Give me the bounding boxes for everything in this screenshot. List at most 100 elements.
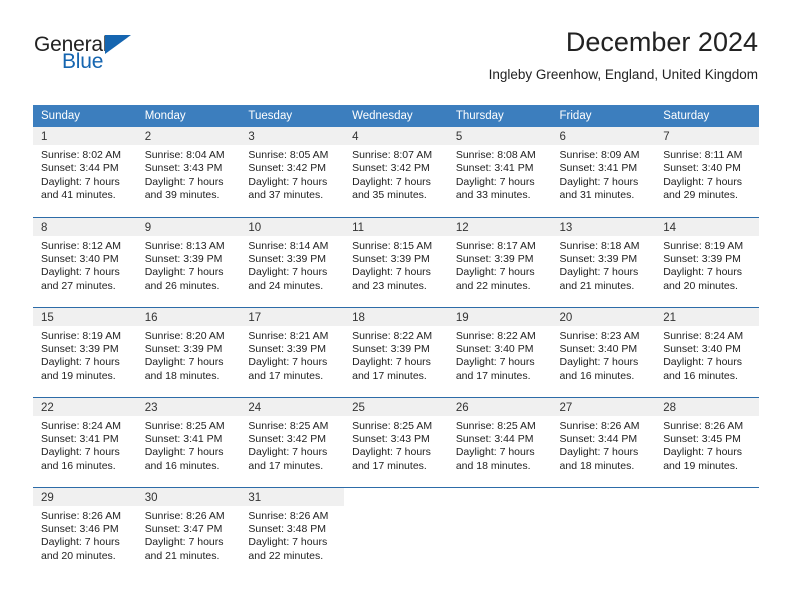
sunrise-time: Sunrise: 8:02 AM: [41, 149, 121, 161]
calendar-day-cell[interactable]: 30 Sunrise: 8:26 AM Sunset: 3:47 PM Dayligh…: [136, 486, 241, 577]
sunset-time: Sunset: 3:46 PM: [41, 522, 119, 535]
day-details: Sunrise: 8:25 AM Sunset: 3:43 PM Daylight:…: [344, 416, 448, 474]
calendar-day-cell[interactable]: 6 Sunrise: 8:09 AM Sunset: 3:41 PM Daylight…: [551, 127, 656, 217]
daylight-duration-line1: Daylight: 7 hours: [144, 536, 224, 549]
calendar-week-row: 29 Sunrise: 8:26 AM Sunset: 3:46 PM Dayligh…: [33, 486, 759, 577]
calendar-day-cell[interactable]: 1 Sunrise: 8:02 AM Sunset: 3:44 PM Daylight…: [33, 127, 137, 217]
daylight-duration-line1: Daylight: 7 hours: [559, 446, 639, 459]
daylight-duration-line2: and 41 minutes.: [41, 189, 116, 202]
day-details: Sunrise: 8:23 AM Sunset: 3:40 PM Daylight:…: [552, 326, 656, 384]
sunrise-time: Sunrise: 8:25 AM: [144, 419, 225, 432]
sunrise-time: Sunrise: 8:05 AM: [248, 149, 329, 161]
calendar-day-cell[interactable]: 18 Sunrise: 8:22 AM Sunset: 3:39 PM Dayligh…: [344, 306, 448, 397]
daylight-duration-line2: and 37 minutes.: [248, 189, 324, 202]
day-number: 20: [551, 307, 656, 326]
calendar-day-cell[interactable]: 20 Sunrise: 8:23 AM Sunset: 3:40 PM Dayligh…: [551, 306, 656, 397]
day-details: Sunrise: 8:05 AM Sunset: 3:42 PM Daylight:…: [240, 145, 344, 203]
calendar-day-cell[interactable]: 16 Sunrise: 8:20 AM Sunset: 3:39 PM Dayligh…: [136, 306, 241, 397]
calendar-week-row: 1 Sunrise: 8:02 AM Sunset: 3:44 PM Daylight…: [33, 127, 759, 217]
day-details: Sunrise: 8:25 AM Sunset: 3:42 PM Daylight:…: [240, 416, 344, 474]
general-blue-logo[interactable]: General Blue: [34, 32, 132, 72]
daylight-duration-line2: and 17 minutes.: [248, 459, 324, 472]
calendar-day-cell[interactable]: 8 Sunrise: 8:12 AM Sunset: 3:40 PM Daylight…: [33, 216, 137, 307]
daylight-duration-line1: Daylight: 7 hours: [352, 446, 431, 459]
daylight-duration-line2: and 24 minutes.: [248, 279, 324, 292]
day-number: 16: [136, 307, 241, 326]
day-details: Sunrise: 8:24 AM Sunset: 3:40 PM Daylight:…: [655, 326, 759, 384]
daylight-duration-line2: and 16 minutes.: [663, 369, 738, 382]
sunrise-time: Sunrise: 8:12 AM: [41, 239, 121, 252]
sunrise-time: Sunrise: 8:26 AM: [248, 509, 329, 522]
daylight-duration-line1: Daylight: 7 hours: [248, 536, 328, 549]
day-details: Sunrise: 8:25 AM Sunset: 3:41 PM Daylight:…: [137, 416, 241, 474]
daylight-duration-line2: and 16 minutes.: [144, 459, 220, 472]
daylight-duration-line2: and 17 minutes.: [248, 369, 324, 382]
daylight-duration-line2: and 20 minutes.: [663, 279, 738, 292]
day-details: Sunrise: 8:19 AM Sunset: 3:39 PM Daylight:…: [33, 326, 137, 384]
day-details: Sunrise: 8:26 AM Sunset: 3:44 PM Daylight:…: [552, 416, 656, 474]
day-number: 18: [344, 307, 448, 326]
daylight-duration-line2: and 21 minutes.: [144, 549, 220, 562]
daylight-duration-line1: Daylight: 7 hours: [41, 446, 120, 459]
calendar-day-cell[interactable]: 31 Sunrise: 8:26 AM Sunset: 3:48 PM Dayligh…: [240, 486, 345, 577]
day-number: 10: [240, 217, 345, 236]
daylight-duration-line1: Daylight: 7 hours: [663, 266, 743, 279]
calendar-day-cell[interactable]: 22 Sunrise: 8:24 AM Sunset: 3:41 PM Dayligh…: [33, 396, 137, 487]
sunset-time: Sunset: 3:42 PM: [352, 162, 430, 175]
day-details: Sunrise: 8:24 AM Sunset: 3:41 PM Daylight:…: [33, 416, 137, 474]
calendar-day-cell[interactable]: 3 Sunrise: 8:05 AM Sunset: 3:42 PM Daylight…: [240, 127, 345, 217]
daylight-duration-line1: Daylight: 7 hours: [559, 356, 639, 369]
sunset-time: Sunset: 3:44 PM: [41, 162, 119, 175]
sunrise-time: Sunrise: 8:14 AM: [248, 239, 329, 252]
daylight-duration-line1: Daylight: 7 hours: [559, 175, 639, 188]
calendar-day-cell[interactable]: 28 Sunrise: 8:26 AM Sunset: 3:45 PM Dayligh…: [655, 396, 759, 487]
day-details: Sunrise: 8:19 AM Sunset: 3:39 PM Daylight:…: [655, 236, 759, 294]
calendar-day-cell[interactable]: 15 Sunrise: 8:19 AM Sunset: 3:39 PM Dayligh…: [33, 306, 137, 397]
calendar-day-cell[interactable]: 9 Sunrise: 8:13 AM Sunset: 3:39 PM Daylight…: [136, 216, 241, 307]
day-number: 31: [240, 487, 345, 506]
sunset-time: Sunset: 3:39 PM: [144, 252, 223, 265]
sunrise-time: Sunrise: 8:18 AM: [559, 239, 640, 252]
calendar-day-cell[interactable]: 25 Sunrise: 8:25 AM Sunset: 3:43 PM Dayligh…: [344, 396, 448, 487]
day-number: 5: [447, 127, 552, 145]
daylight-duration-line1: Daylight: 7 hours: [144, 175, 224, 188]
sunrise-time: Sunrise: 8:04 AM: [144, 149, 225, 161]
sunset-time: Sunset: 3:40 PM: [455, 342, 534, 355]
calendar-week-row: 22 Sunrise: 8:24 AM Sunset: 3:41 PM Dayligh…: [33, 396, 759, 487]
day-details: Sunrise: 8:22 AM Sunset: 3:40 PM Daylight:…: [448, 326, 552, 384]
daylight-duration-line1: Daylight: 7 hours: [455, 356, 535, 369]
calendar-day-cell[interactable]: 5 Sunrise: 8:08 AM Sunset: 3:41 PM Daylight…: [447, 127, 552, 217]
calendar-day-cell[interactable]: 14 Sunrise: 8:19 AM Sunset: 3:39 PM Dayligh…: [655, 216, 759, 307]
calendar-day-cell[interactable]: 10 Sunrise: 8:14 AM Sunset: 3:39 PM Dayligh…: [240, 216, 345, 307]
calendar-day-cell[interactable]: 7 Sunrise: 8:11 AM Sunset: 3:40 PM Daylight…: [655, 127, 759, 217]
calendar-day-cell[interactable]: 24 Sunrise: 8:25 AM Sunset: 3:42 PM Dayligh…: [240, 396, 345, 487]
daylight-duration-line2: and 18 minutes.: [559, 459, 635, 472]
logo-text-general: General: [34, 33, 108, 56]
calendar-day-cell[interactable]: 23 Sunrise: 8:25 AM Sunset: 3:41 PM Dayligh…: [136, 396, 241, 487]
calendar-day-cell[interactable]: 2 Sunrise: 8:04 AM Sunset: 3:43 PM Daylight…: [136, 127, 241, 217]
title-block: December 2024 Ingleby Greenhow, England,…: [489, 27, 758, 81]
daylight-duration-line1: Daylight: 7 hours: [248, 175, 328, 188]
calendar-day-cell-empty: [655, 486, 759, 577]
calendar-day-cell[interactable]: 4 Sunrise: 8:07 AM Sunset: 3:42 PM Daylight…: [344, 127, 448, 217]
sunrise-time: Sunrise: 8:26 AM: [144, 509, 225, 522]
calendar-day-cell[interactable]: 27 Sunrise: 8:26 AM Sunset: 3:44 PM Dayligh…: [551, 396, 656, 487]
sunrise-time: Sunrise: 8:25 AM: [455, 419, 536, 432]
sunrise-time: Sunrise: 8:21 AM: [248, 329, 329, 342]
calendar-day-cell[interactable]: 21 Sunrise: 8:24 AM Sunset: 3:40 PM Dayligh…: [655, 306, 759, 397]
daylight-duration-line2: and 19 minutes.: [41, 369, 116, 382]
calendar-day-cell[interactable]: 26 Sunrise: 8:25 AM Sunset: 3:44 PM Dayligh…: [447, 396, 552, 487]
day-details: Sunrise: 8:18 AM Sunset: 3:39 PM Daylight:…: [552, 236, 656, 294]
calendar-day-cell[interactable]: 29 Sunrise: 8:26 AM Sunset: 3:46 PM Dayligh…: [33, 486, 137, 577]
calendar-day-cell[interactable]: 17 Sunrise: 8:21 AM Sunset: 3:39 PM Dayligh…: [240, 306, 345, 397]
sunset-time: Sunset: 3:42 PM: [248, 162, 327, 175]
day-details: Sunrise: 8:07 AM Sunset: 3:42 PM Daylight:…: [344, 145, 448, 203]
day-number: 17: [240, 307, 345, 326]
calendar-day-cell[interactable]: 11 Sunrise: 8:15 AM Sunset: 3:39 PM Dayligh…: [344, 216, 448, 307]
daylight-duration-line2: and 19 minutes.: [663, 459, 738, 472]
sunset-time: Sunset: 3:40 PM: [663, 162, 741, 175]
calendar-day-cell-empty: [344, 486, 448, 577]
calendar-day-cell[interactable]: 19 Sunrise: 8:22 AM Sunset: 3:40 PM Dayligh…: [447, 306, 552, 397]
calendar-day-cell[interactable]: 13 Sunrise: 8:18 AM Sunset: 3:39 PM Dayligh…: [551, 216, 656, 307]
calendar-day-cell[interactable]: 12 Sunrise: 8:17 AM Sunset: 3:39 PM Dayligh…: [447, 216, 552, 307]
